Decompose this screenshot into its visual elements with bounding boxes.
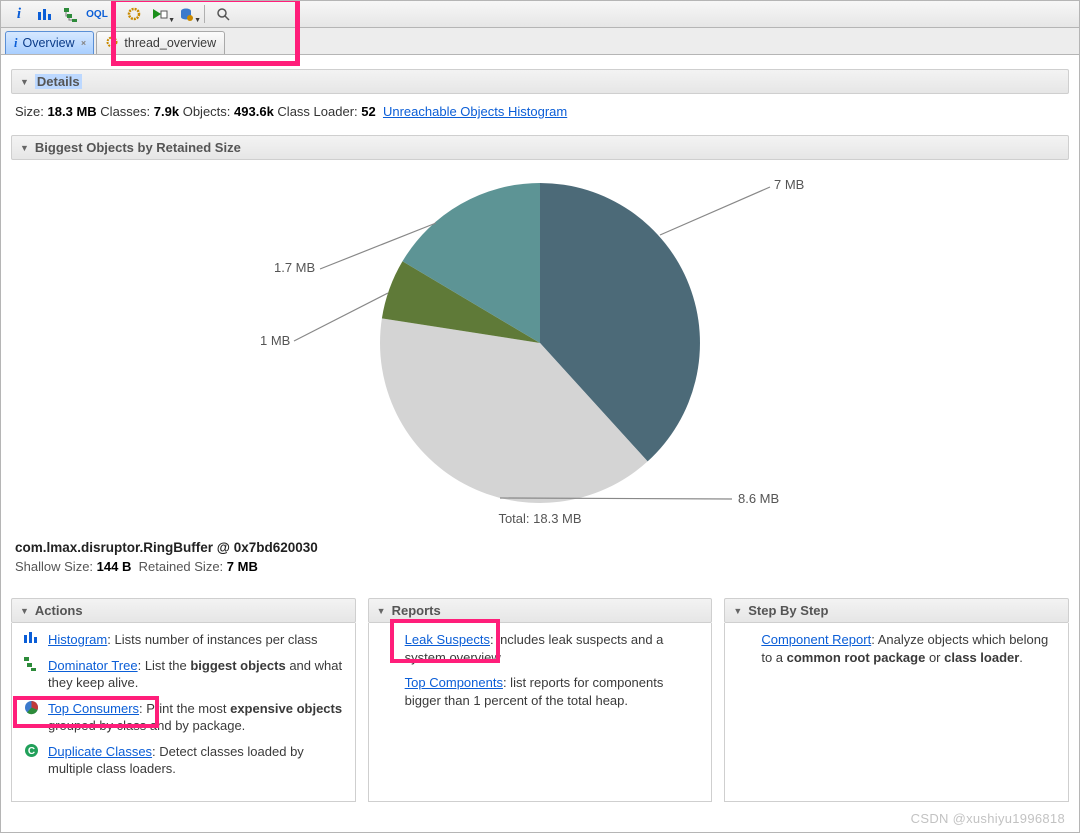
selected-object-title: com.lmax.disruptor.RingBuffer @ 0x7bd620… [11,534,1069,557]
tab-label: thread_overview [124,36,216,50]
section-title: Step By Step [748,603,828,618]
action-duplicate-classes: C Duplicate Classes: Detect classes load… [22,743,345,778]
section-header-reports[interactable]: ▼ Reports [368,598,713,623]
chevron-down-icon: ▼ [20,77,29,87]
section-header-details[interactable]: ▼ Details [11,69,1069,94]
section-header-actions[interactable]: ▼ Actions [11,598,356,623]
top-components-link[interactable]: Top Components [405,675,503,690]
reports-column: ▼ Reports Leak Suspects: includes leak s… [368,592,713,802]
info-icon: i [14,36,17,51]
duplicate-classes-link[interactable]: Duplicate Classes [48,744,152,759]
toolbar: i OQL ▼ ▼ [1,1,1079,28]
search-icon[interactable] [211,3,235,25]
chevron-down-icon: ▼ [20,606,29,616]
chevron-down-icon: ▼ [377,606,386,616]
section-title: Details [35,74,82,89]
heap-stats-line: Size: 18.3 MB Classes: 7.9k Objects: 493… [11,94,1069,125]
duplicate-classes-icon: C [22,743,40,758]
slice-label-2: 1 MB [260,333,290,348]
section-title: Reports [392,603,441,618]
pie-chart[interactable]: 7 MB 8.6 MB 1 MB 1.7 MB Total: 18.3 MB [11,168,1069,528]
component-report-link[interactable]: Component Report [761,632,871,647]
dominator-tree-icon[interactable] [59,3,83,25]
info-icon[interactable]: i [7,3,31,25]
step-column: ▼ Step By Step Component Report: Analyze… [724,592,1069,802]
chevron-down-icon: ▼ [20,143,29,153]
svg-text:C: C [27,746,34,757]
tab-thread-overview[interactable]: thread_overview [96,31,225,54]
action-top-consumers: Top Consumers: Print the most expensive … [22,700,345,735]
report-leak-suspects: Leak Suspects: includes leak suspects an… [379,631,702,666]
step-component-report: Component Report: Analyze objects which … [735,631,1058,666]
thread-gear-icon[interactable] [122,3,146,25]
close-icon[interactable]: + [77,37,89,49]
slice-label-1: 8.6 MB [738,491,779,506]
histogram-icon[interactable] [33,3,57,25]
slice-label-0: 7 MB [774,177,804,192]
action-dominator-tree: Dominator Tree: List the biggest objects… [22,657,345,692]
tab-label: Overview [22,36,74,50]
histogram-icon [22,631,40,644]
oql-icon[interactable]: OQL [85,3,109,25]
unreachable-objects-link[interactable]: Unreachable Objects Histogram [383,104,567,119]
leak-suspects-link[interactable]: Leak Suspects [405,632,490,647]
selected-object-sizes: Shallow Size: 144 B Retained Size: 7 MB [11,557,1069,586]
action-histogram: Histogram: Lists number of instances per… [22,631,345,649]
chevron-down-icon: ▼ [733,606,742,616]
dominator-tree-link[interactable]: Dominator Tree [48,658,138,673]
dominator-tree-icon [22,657,40,671]
run-report-icon[interactable]: ▼ [148,3,172,25]
top-consumers-link[interactable]: Top Consumers [48,701,139,716]
actions-column: ▼ Actions Histogram: Lists number of ins… [11,592,356,802]
chart-total-label: Total: 18.3 MB [498,511,581,526]
section-header-step[interactable]: ▼ Step By Step [724,598,1069,623]
histogram-link[interactable]: Histogram [48,632,107,647]
query-browser-icon[interactable]: ▼ [174,3,198,25]
bottom-columns: ▼ Actions Histogram: Lists number of ins… [11,592,1069,802]
report-top-components: Top Components: list reports for compone… [379,674,702,709]
section-title: Actions [35,603,83,618]
section-header-biggest[interactable]: ▼ Biggest Objects by Retained Size [11,135,1069,160]
gear-icon [105,35,119,52]
tab-bar: i Overview + thread_overview [1,28,1079,55]
section-title: Biggest Objects by Retained Size [35,140,241,155]
pie-icon [22,700,40,715]
content-area: ▼ Details Size: 18.3 MB Classes: 7.9k Ob… [1,55,1079,833]
slice-label-3: 1.7 MB [274,260,315,275]
app-window: i OQL ▼ ▼ i Overview + [0,0,1080,833]
tab-overview[interactable]: i Overview + [5,31,94,54]
